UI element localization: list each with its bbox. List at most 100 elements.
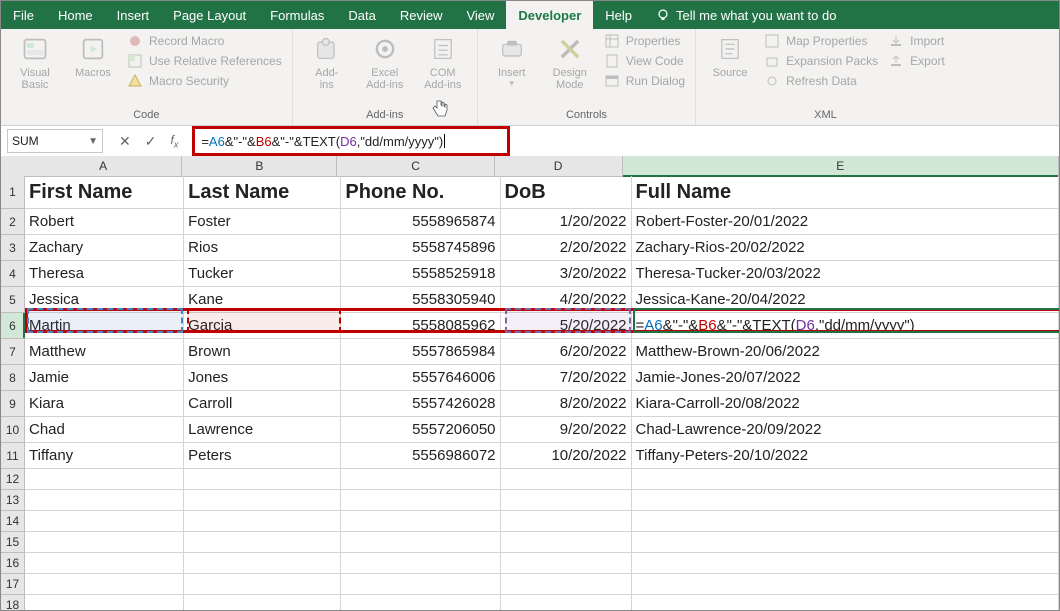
tab-formulas[interactable]: Formulas <box>258 1 336 29</box>
tell-me-search[interactable]: Tell me what you want to do <box>644 1 848 29</box>
map-properties-button[interactable]: Map Properties <box>764 33 878 49</box>
cell[interactable] <box>25 469 184 489</box>
cell[interactable]: 6/20/2022 <box>501 339 632 364</box>
cell[interactable] <box>501 490 632 510</box>
cell[interactable] <box>341 553 500 573</box>
cell[interactable] <box>501 532 632 552</box>
cell[interactable]: Brown <box>184 339 341 364</box>
cell[interactable]: Martin <box>25 313 184 338</box>
tab-home[interactable]: Home <box>46 1 105 29</box>
com-addins-button[interactable]: COMAdd-ins <box>419 33 467 91</box>
cell[interactable] <box>501 469 632 489</box>
select-all-corner[interactable] <box>1 156 26 177</box>
cell[interactable] <box>632 553 1059 573</box>
cell[interactable]: 7/20/2022 <box>501 365 632 390</box>
tab-data[interactable]: Data <box>336 1 387 29</box>
cell[interactable] <box>184 532 341 552</box>
properties-button[interactable]: Properties <box>604 33 685 49</box>
cell[interactable]: =A6&"-"&B6&"-"&TEXT(D6,"dd/mm/yyyy") <box>632 313 1059 338</box>
cell[interactable]: Robert <box>25 209 184 234</box>
cell[interactable]: Jamie <box>25 365 184 390</box>
cell[interactable] <box>501 595 632 610</box>
tab-view[interactable]: View <box>454 1 506 29</box>
row-header-9[interactable]: 9 <box>1 391 25 417</box>
formula-input[interactable]: =A6&"-"&B6&"-"&TEXT(D6,"dd/mm/yyyy") <box>192 126 510 156</box>
row-header-18[interactable]: 18 <box>1 595 25 610</box>
macro-security-button[interactable]: Macro Security <box>127 73 282 89</box>
row-header-3[interactable]: 3 <box>1 235 25 261</box>
row-header-15[interactable]: 15 <box>1 532 25 553</box>
cell[interactable]: Jessica-Kane-20/04/2022 <box>632 287 1059 312</box>
column-header-B[interactable]: B <box>182 156 337 176</box>
cell[interactable]: Theresa <box>25 261 184 286</box>
insert-control-button[interactable]: Insert ▼ <box>488 33 536 88</box>
column-header-C[interactable]: C <box>337 156 494 176</box>
run-dialog-button[interactable]: Run Dialog <box>604 73 685 89</box>
cell[interactable] <box>25 595 184 610</box>
cell[interactable]: Foster <box>184 209 341 234</box>
row-header-13[interactable]: 13 <box>1 490 25 511</box>
design-mode-button[interactable]: DesignMode <box>546 33 594 91</box>
row-header-14[interactable]: 14 <box>1 511 25 532</box>
row-header-10[interactable]: 10 <box>1 417 25 443</box>
cell[interactable]: 5556986072 <box>341 443 500 468</box>
accept-formula-button[interactable]: ✓ <box>145 133 157 150</box>
tab-file[interactable]: File <box>1 1 46 29</box>
refresh-data-button[interactable]: Refresh Data <box>764 73 878 89</box>
cell[interactable]: Kiara <box>25 391 184 416</box>
row-header-11[interactable]: 11 <box>1 443 25 469</box>
cell[interactable] <box>25 553 184 573</box>
cells-area[interactable]: First NameLast NamePhone No.DoBFull Name… <box>25 176 1059 610</box>
cell[interactable]: 5558745896 <box>341 235 500 260</box>
cell[interactable]: Theresa-Tucker-20/03/2022 <box>632 261 1059 286</box>
expansion-packs-button[interactable]: Expansion Packs <box>764 53 878 69</box>
source-button[interactable]: Source <box>706 33 754 79</box>
cell[interactable]: 1/20/2022 <box>501 209 632 234</box>
tab-page-layout[interactable]: Page Layout <box>161 1 258 29</box>
cell[interactable]: Robert-Foster-20/01/2022 <box>632 209 1059 234</box>
row-header-8[interactable]: 8 <box>1 365 25 391</box>
cell[interactable]: Lawrence <box>184 417 341 442</box>
row-header-6[interactable]: 6 <box>1 313 25 339</box>
tab-insert[interactable]: Insert <box>105 1 162 29</box>
tab-review[interactable]: Review <box>388 1 455 29</box>
cell[interactable]: Garcia <box>184 313 341 338</box>
cell[interactable]: Last Name <box>184 176 341 208</box>
cell[interactable] <box>184 469 341 489</box>
cell[interactable] <box>341 574 500 594</box>
cell[interactable]: Matthew <box>25 339 184 364</box>
row-header-4[interactable]: 4 <box>1 261 25 287</box>
row-header-5[interactable]: 5 <box>1 287 25 313</box>
export-button[interactable]: Export <box>888 53 945 69</box>
cancel-formula-button[interactable]: ✕ <box>119 133 131 150</box>
cell[interactable]: 5558085962 <box>341 313 500 338</box>
cell[interactable] <box>632 595 1059 610</box>
cell[interactable] <box>632 511 1059 531</box>
tab-developer[interactable]: Developer <box>506 1 593 29</box>
excel-addins-button[interactable]: ExcelAdd-ins <box>361 33 409 91</box>
cell[interactable]: 8/20/2022 <box>501 391 632 416</box>
cell[interactable] <box>25 532 184 552</box>
chevron-down-icon[interactable]: ▼ <box>88 136 98 147</box>
cell[interactable]: Chad-Lawrence-20/09/2022 <box>632 417 1059 442</box>
cell[interactable] <box>341 532 500 552</box>
cell[interactable]: 5/20/2022 <box>501 313 632 338</box>
cell[interactable]: Jessica <box>25 287 184 312</box>
cell[interactable]: 5558965874 <box>341 209 500 234</box>
name-box[interactable]: SUM ▼ <box>7 129 103 153</box>
cell[interactable] <box>25 574 184 594</box>
cell[interactable] <box>341 511 500 531</box>
cell[interactable]: 5557865984 <box>341 339 500 364</box>
row-header-17[interactable]: 17 <box>1 574 25 595</box>
cell[interactable] <box>184 553 341 573</box>
row-header-7[interactable]: 7 <box>1 339 25 365</box>
cell[interactable]: Tiffany <box>25 443 184 468</box>
cell[interactable]: 5557206050 <box>341 417 500 442</box>
cell[interactable] <box>501 553 632 573</box>
cell[interactable]: 9/20/2022 <box>501 417 632 442</box>
cell[interactable] <box>501 511 632 531</box>
visual-basic-button[interactable]: VisualBasic <box>11 33 59 91</box>
cell[interactable] <box>632 574 1059 594</box>
macros-button[interactable]: Macros <box>69 33 117 79</box>
cell[interactable] <box>341 490 500 510</box>
